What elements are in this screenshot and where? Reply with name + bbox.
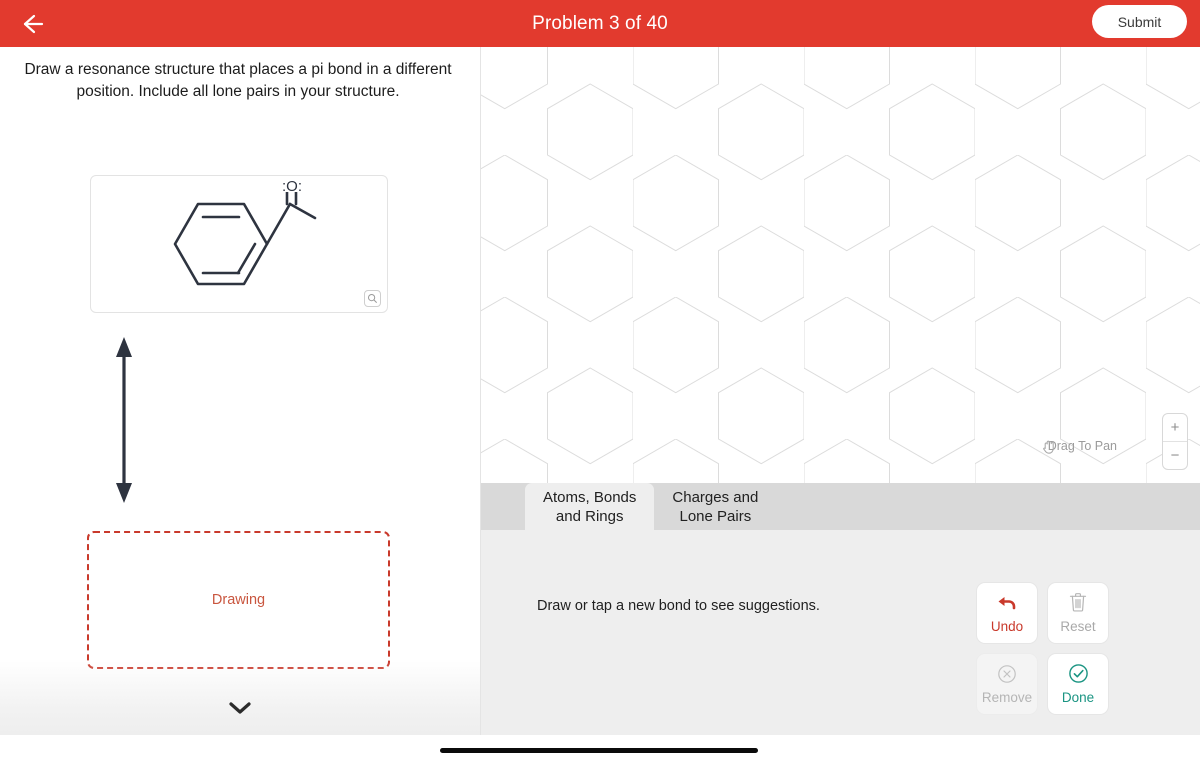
oxygen-atom-label: :O: [277,176,307,195]
action-button-grid: Undo Reset Remove Done [976,582,1109,715]
zoom-controls: + − [1162,413,1188,470]
drag-to-pan-label: Drag To Pan [1047,439,1117,453]
magnifier-icon[interactable] [364,290,381,307]
undo-button[interactable]: Undo [976,582,1038,644]
tab-atoms-bonds-rings[interactable]: Atoms, Bonds and Rings [525,483,655,530]
chevron-down-icon [227,700,253,721]
svg-text::O:: :O: [282,178,302,195]
zoom-in-button[interactable]: + [1163,414,1187,441]
app-root: Problem 3 of 40 Submit Draw a resonance … [0,0,1200,762]
trash-icon [1068,592,1088,616]
submit-button[interactable]: Submit [1092,5,1187,38]
home-indicator[interactable] [440,748,758,753]
remove-button-label: Remove [981,689,1033,705]
drag-to-pan-hint: Drag To Pan [1041,439,1117,454]
panel-fade-overlay [0,661,480,735]
remove-button[interactable]: Remove [976,653,1038,715]
tool-tabs: Atoms, Bonds and Rings Charges and Lone … [481,483,1200,530]
done-button-label: Done [1061,690,1095,706]
reference-structure-box[interactable]: :O: [90,175,388,313]
drawing-dropzone-label: Drawing [211,592,266,608]
tool-panel: Draw or tap a new bond to see suggestion… [481,530,1200,735]
tab-label-line2: and Rings [555,508,624,525]
undo-button-label: Undo [990,618,1024,634]
circle-x-icon [997,664,1017,687]
done-button[interactable]: Done [1047,653,1109,715]
tab-label-line1: Charges and [672,488,759,506]
acetophenone-structure: :O: [173,176,317,286]
reset-button[interactable]: Reset [1047,582,1109,644]
suggestion-hint: Draw or tap a new bond to see suggestion… [537,598,820,614]
reset-button-label: Reset [1060,619,1096,635]
hex-grid [481,47,1200,483]
drawing-dropzone[interactable]: Drawing [87,531,390,669]
tab-label-line1: Atoms, Bonds [543,488,637,506]
undo-arrow-icon [996,593,1018,616]
page-title: Problem 3 of 40 [532,13,668,34]
molecule-canvas[interactable]: Drag To Pan + − [481,47,1200,483]
double-headed-arrow-icon [104,335,144,510]
tab-charges-lone-pairs[interactable]: Charges and Lone Pairs [654,483,776,530]
zoom-out-button[interactable]: − [1163,442,1187,469]
app-header: Problem 3 of 40 Submit [0,0,1200,47]
tab-label-line2: Lone Pairs [679,508,752,525]
collapse-panel-button[interactable] [0,700,480,721]
system-bottom-bar [0,735,1200,762]
question-prompt: Draw a resonance structure that places a… [24,61,452,100]
question-panel: Draw a resonance structure that places a… [0,47,481,735]
editor-panel: Drag To Pan + − Atoms, Bonds and Rings C… [481,47,1200,735]
circle-check-icon [1068,663,1089,687]
